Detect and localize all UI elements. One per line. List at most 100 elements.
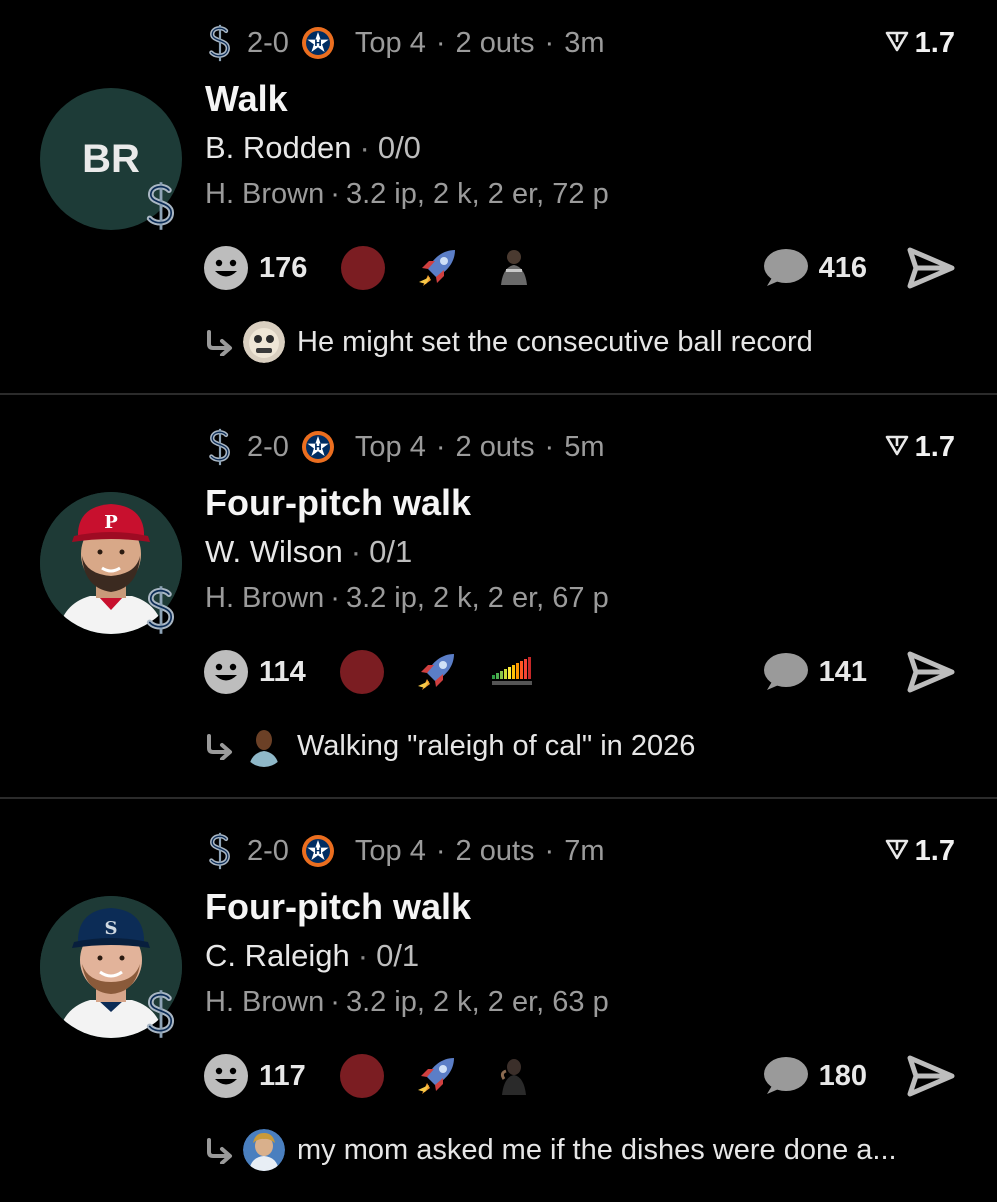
sticker-reaction[interactable] xyxy=(491,245,537,291)
timestamp: 7m xyxy=(564,834,605,867)
batter-stat: 0/1 xyxy=(376,938,420,973)
smile-icon[interactable] xyxy=(203,245,249,291)
batter-name: C. Raleigh xyxy=(205,938,350,973)
mariners-badge-icon xyxy=(144,988,178,1040)
game-score: 2-0 xyxy=(247,430,289,463)
comments-row: 180 xyxy=(761,1052,955,1100)
separator: · xyxy=(544,834,555,867)
probability-icon xyxy=(885,431,909,464)
rocket-icon[interactable] xyxy=(413,244,461,292)
pitcher-name: H. Brown xyxy=(205,582,325,614)
pitcher-line: H. Brown · 3.2 ip, 2 k, 2 er, 63 p xyxy=(205,986,609,1019)
separator: · xyxy=(330,986,340,1018)
comment-count[interactable]: 141 xyxy=(819,656,867,689)
probability-value: 1.7 xyxy=(914,430,955,463)
separator: · xyxy=(544,26,555,59)
probability-value: 1.7 xyxy=(914,834,955,867)
reaction-count: 176 xyxy=(259,251,308,284)
astros-logo-icon xyxy=(301,834,335,868)
separator: · xyxy=(357,938,369,973)
play-feed: 2-0 Top 4 · 2 outs · 3m 1.7 BR Walk B. R… xyxy=(0,0,997,1200)
meter-sticker[interactable] xyxy=(490,649,536,695)
separator: · xyxy=(435,430,446,463)
inning: Top 4 xyxy=(354,834,426,867)
reactions-row: 114 xyxy=(203,648,536,696)
share-icon[interactable] xyxy=(907,1054,955,1098)
separator: · xyxy=(435,26,446,59)
svg-text:S: S xyxy=(105,918,118,939)
divider xyxy=(0,797,997,799)
outs: 2 outs xyxy=(455,26,535,59)
play-card[interactable]: 2-0 Top 4 · 2 outs · 5m 1.7 P Four-pitch… xyxy=(0,404,997,798)
pitcher-name: H. Brown xyxy=(205,986,325,1018)
play-title: Four-pitch walk xyxy=(205,482,472,523)
pitcher-name: H. Brown xyxy=(205,178,325,210)
red-dot-reaction[interactable] xyxy=(341,246,386,290)
inning: Top 4 xyxy=(354,430,426,463)
astros-logo-icon xyxy=(301,26,335,60)
batter-line: C. Raleigh · 0/1 xyxy=(205,938,419,974)
red-dot-reaction[interactable] xyxy=(339,650,384,694)
outs: 2 outs xyxy=(455,430,535,463)
win-probability: 1.7 xyxy=(885,430,955,464)
top-reply[interactable]: Walking "raleigh of cal" in 2026 xyxy=(203,722,695,770)
probability-icon xyxy=(885,835,909,868)
svg-text:P: P xyxy=(104,512,118,533)
comments-row: 141 xyxy=(761,648,955,696)
comment-bubble-icon[interactable] xyxy=(761,650,809,694)
batter-name: W. Wilson xyxy=(205,534,343,569)
reply-avatar[interactable] xyxy=(243,725,285,767)
sticker-reaction[interactable] xyxy=(490,1053,536,1099)
reply-text: my mom asked me if the dishes were done … xyxy=(297,1133,897,1166)
game-score: 2-0 xyxy=(247,26,289,59)
mariners-logo-icon xyxy=(205,834,235,868)
pitcher-stats: 3.2 ip, 2 k, 2 er, 72 p xyxy=(345,178,609,210)
reaction-count: 117 xyxy=(259,1059,306,1092)
reply-arrow-icon xyxy=(203,1136,235,1164)
reply-avatar[interactable] xyxy=(243,1129,285,1171)
mariners-badge-icon xyxy=(144,180,178,232)
astros-logo-icon xyxy=(301,430,335,464)
separator: · xyxy=(330,582,340,614)
smile-icon[interactable] xyxy=(203,649,249,695)
mariners-logo-icon xyxy=(205,26,235,60)
comment-bubble-icon[interactable] xyxy=(761,246,809,290)
timestamp: 5m xyxy=(564,430,605,463)
game-meta: 2-0 Top 4 · 2 outs · 7m xyxy=(205,832,605,870)
separator: · xyxy=(435,834,446,867)
pitcher-stats: 3.2 ip, 2 k, 2 er, 63 p xyxy=(345,986,609,1018)
probability-icon xyxy=(885,27,909,60)
mariners-logo-icon xyxy=(205,430,235,464)
game-score: 2-0 xyxy=(247,834,289,867)
red-dot-reaction[interactable] xyxy=(339,1054,384,1098)
top-reply[interactable]: my mom asked me if the dishes were done … xyxy=(203,1126,897,1174)
comment-count[interactable]: 180 xyxy=(819,1060,867,1093)
rocket-icon[interactable] xyxy=(412,1052,460,1100)
play-card[interactable]: 2-0 Top 4 · 2 outs · 3m 1.7 BR Walk B. R… xyxy=(0,0,997,394)
share-icon[interactable] xyxy=(907,246,955,290)
pitcher-line: H. Brown · 3.2 ip, 2 k, 2 er, 72 p xyxy=(205,178,609,211)
reply-arrow-icon xyxy=(203,328,235,356)
batter-line: B. Rodden · 0/0 xyxy=(205,130,421,166)
comment-bubble-icon[interactable] xyxy=(761,1054,809,1098)
separator: · xyxy=(330,178,340,210)
pitcher-stats: 3.2 ip, 2 k, 2 er, 67 p xyxy=(345,582,609,614)
rocket-icon[interactable] xyxy=(412,648,460,696)
batter-line: W. Wilson · 0/1 xyxy=(205,534,412,570)
timestamp: 3m xyxy=(564,26,605,59)
divider xyxy=(0,393,997,395)
share-icon[interactable] xyxy=(907,650,955,694)
win-probability: 1.7 xyxy=(885,834,955,868)
play-title: Walk xyxy=(205,78,288,119)
comments-row: 416 xyxy=(761,244,955,292)
inning: Top 4 xyxy=(354,26,426,59)
comment-count[interactable]: 416 xyxy=(819,252,867,285)
batter-stat: 0/1 xyxy=(369,534,413,569)
smile-icon[interactable] xyxy=(203,1053,249,1099)
pitcher-line: H. Brown · 3.2 ip, 2 k, 2 er, 67 p xyxy=(205,582,609,615)
win-probability: 1.7 xyxy=(885,26,955,60)
outs: 2 outs xyxy=(455,834,535,867)
top-reply[interactable]: He might set the consecutive ball record xyxy=(203,318,813,366)
play-card[interactable]: 2-0 Top 4 · 2 outs · 7m 1.7 S Four-pitch… xyxy=(0,808,997,1202)
reply-avatar[interactable] xyxy=(243,321,285,363)
